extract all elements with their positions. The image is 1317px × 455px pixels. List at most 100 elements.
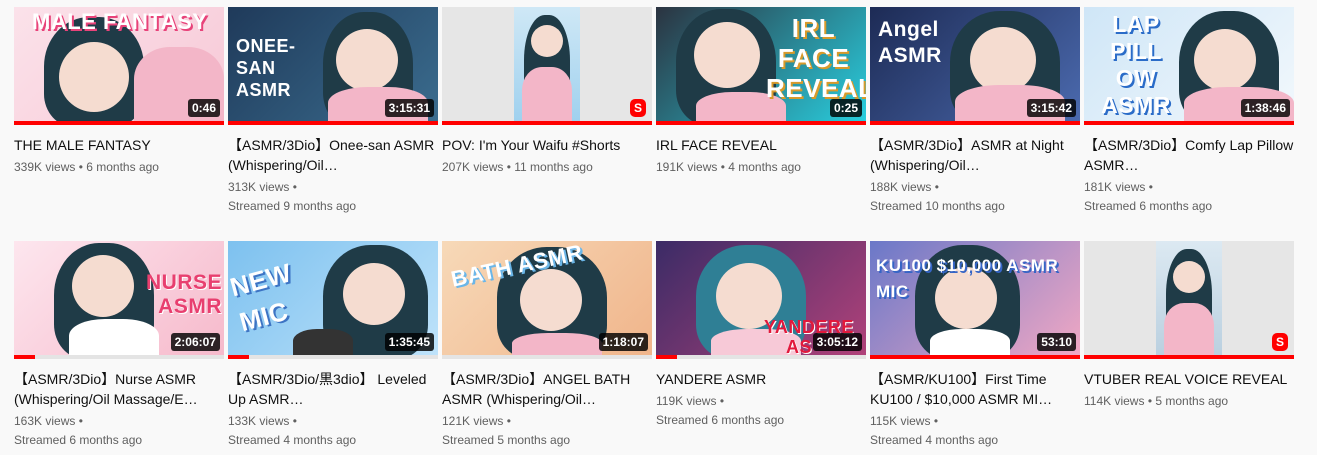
duration-badge: 1:18:07 xyxy=(598,333,648,351)
view-count: 115K views xyxy=(870,414,931,428)
meta-separator xyxy=(503,414,511,428)
video-meta: 191K views 4 months ago xyxy=(656,158,866,177)
upload-age: 4 months ago xyxy=(728,160,801,174)
video-card[interactable]: ONEE- SAN ASMR 3:15:31 【ASMR/3Dio】Onee-s… xyxy=(228,7,438,216)
video-title[interactable]: VTUBER REAL VOICE REVEAL xyxy=(1084,369,1294,389)
thumbnail-overlay-text: Angel ASMR xyxy=(878,18,942,67)
upload-age: Streamed 5 months ago xyxy=(442,433,571,447)
upload-age: Streamed 6 months ago xyxy=(656,413,785,427)
video-thumbnail[interactable]: YANDERE AS 3:05:12 xyxy=(656,241,866,359)
video-meta: 339K views 6 months ago xyxy=(14,158,224,177)
upload-age: Streamed 10 months ago xyxy=(870,199,1005,213)
video-thumbnail[interactable]: MALE FANTASY 0:46 xyxy=(14,7,224,125)
thumbnail-overlay-text: LAP PILL OW ASMR xyxy=(1101,11,1171,118)
video-meta: 181K views Streamed 6 months ago xyxy=(1084,178,1294,216)
video-thumbnail[interactable]: Angel ASMR 3:15:42 xyxy=(870,7,1080,125)
video-card[interactable]: KU100 $10,000 ASMR MIC 53:10 【ASMR/KU100… xyxy=(870,241,1080,450)
meta-separator xyxy=(930,414,938,428)
video-meta: 313K views Streamed 9 months ago xyxy=(228,178,438,216)
meta-separator xyxy=(717,160,728,174)
video-thumbnail[interactable]: IRL FACE REVEAL 0:25 xyxy=(656,7,866,125)
watch-progress xyxy=(228,355,438,359)
duration-badge: 1:38:46 xyxy=(1240,99,1290,117)
video-title[interactable]: 【ASMR/3Dio】ASMR at Night (Whispering/Oil… xyxy=(870,135,1080,175)
thumbnail-art xyxy=(1156,241,1222,359)
video-meta: 163K views Streamed 6 months ago xyxy=(14,412,224,450)
video-title[interactable]: 【ASMR/3Dio】Comfy Lap Pillow ASMR… xyxy=(1084,135,1294,175)
shorts-icon: S xyxy=(630,99,646,117)
video-title[interactable]: 【ASMR/3Dio】Onee-san ASMR (Whispering/Oil… xyxy=(228,135,438,175)
video-meta: 119K views Streamed 6 months ago xyxy=(656,392,866,430)
video-thumbnail[interactable]: S xyxy=(442,7,652,125)
thumbnail-overlay-text: ONEE- SAN ASMR xyxy=(236,36,296,100)
duration-badge: 3:05:12 xyxy=(812,333,862,351)
watch-progress xyxy=(442,355,652,359)
video-card[interactable]: S VTUBER REAL VOICE REVEAL 114K views 5 m… xyxy=(1084,241,1294,411)
view-count: 119K views xyxy=(656,394,717,408)
video-title[interactable]: 【ASMR/3Dio/黒3dio】 Leveled Up ASMR… xyxy=(228,369,438,409)
upload-age: 6 months ago xyxy=(86,160,159,174)
video-title[interactable]: 【ASMR/KU100】First Time KU100 / $10,000 A… xyxy=(870,369,1080,409)
watch-progress xyxy=(870,121,1080,125)
meta-separator xyxy=(289,414,297,428)
video-thumbnail[interactable]: ONEE- SAN ASMR 3:15:31 xyxy=(228,7,438,125)
video-title[interactable]: IRL FACE REVEAL xyxy=(656,135,866,155)
view-count: 207K views xyxy=(442,160,504,174)
view-count: 313K views xyxy=(228,180,290,194)
video-meta: 207K views 11 months ago xyxy=(442,158,652,177)
video-thumbnail[interactable]: NURSE ASMR 2:06:07 xyxy=(14,241,224,359)
view-count: 191K views xyxy=(656,160,718,174)
video-meta: 121K views Streamed 5 months ago xyxy=(442,412,652,450)
upload-age: Streamed 6 months ago xyxy=(14,433,143,447)
view-count: 163K views xyxy=(14,414,76,428)
duration-badge: 3:15:31 xyxy=(384,99,434,117)
meta-separator xyxy=(503,160,514,174)
video-card[interactable]: S POV: I'm Your Waifu #Shorts 207K views… xyxy=(442,7,652,177)
duration-badge: 0:46 xyxy=(187,99,220,117)
video-thumbnail[interactable]: S xyxy=(1084,241,1294,359)
thumbnail-overlay-text: KU100 $10,000 ASMR MIC xyxy=(876,256,1059,301)
thumbnail-art xyxy=(514,7,580,125)
upload-age: Streamed 4 months ago xyxy=(228,433,357,447)
view-count: 133K views xyxy=(228,414,290,428)
upload-age: Streamed 6 months ago xyxy=(1084,199,1213,213)
video-thumbnail[interactable]: BATH ASMR 1:18:07 xyxy=(442,241,652,359)
watch-progress xyxy=(14,121,224,125)
shorts-icon: S xyxy=(1272,333,1288,351)
video-card[interactable]: BATH ASMR 1:18:07 【ASMR/3Dio】ANGEL BATH … xyxy=(442,241,652,450)
upload-age: Streamed 4 months ago xyxy=(870,433,999,447)
video-title[interactable]: THE MALE FANTASY xyxy=(14,135,224,155)
watch-progress xyxy=(656,121,866,125)
video-thumbnail[interactable]: KU100 $10,000 ASMR MIC 53:10 xyxy=(870,241,1080,359)
video-meta: 188K views Streamed 10 months ago xyxy=(870,178,1080,216)
meta-separator xyxy=(289,180,297,194)
duration-badge: 3:15:42 xyxy=(1026,99,1076,117)
view-count: 181K views xyxy=(1084,180,1146,194)
watch-progress xyxy=(442,121,652,125)
video-card[interactable]: Angel ASMR 3:15:42 【ASMR/3Dio】ASMR at Ni… xyxy=(870,7,1080,216)
meta-separator xyxy=(75,160,86,174)
video-thumbnail[interactable]: NEW MIC 1:35:45 xyxy=(228,241,438,359)
upload-age: Streamed 9 months ago xyxy=(228,199,357,213)
video-title[interactable]: 【ASMR/3Dio】ANGEL BATH ASMR (Whispering/O… xyxy=(442,369,652,409)
meta-separator xyxy=(931,180,939,194)
video-thumbnail[interactable]: LAP PILL OW ASMR 1:38:46 xyxy=(1084,7,1294,125)
view-count: 188K views xyxy=(870,180,932,194)
duration-badge: 0:25 xyxy=(829,99,862,117)
video-card[interactable]: NEW MIC 1:35:45 【ASMR/3Dio/黒3dio】 Levele… xyxy=(228,241,438,450)
watch-progress xyxy=(870,355,1080,359)
video-grid: MALE FANTASY 0:46 THE MALE FANTASY 339K … xyxy=(0,0,1317,455)
watch-progress xyxy=(656,355,866,359)
meta-separator xyxy=(716,394,724,408)
video-title[interactable]: YANDERE ASMR xyxy=(656,369,866,389)
thumbnail-overlay-text: NURSE ASMR xyxy=(145,271,222,318)
video-card[interactable]: MALE FANTASY 0:46 THE MALE FANTASY 339K … xyxy=(14,7,224,177)
video-card[interactable]: YANDERE AS 3:05:12 YANDERE ASMR 119K vie… xyxy=(656,241,866,430)
video-card[interactable]: NURSE ASMR 2:06:07 【ASMR/3Dio】Nurse ASMR… xyxy=(14,241,224,450)
video-title[interactable]: POV: I'm Your Waifu #Shorts xyxy=(442,135,652,155)
view-count: 114K views xyxy=(1084,394,1145,408)
video-card[interactable]: IRL FACE REVEAL 0:25 IRL FACE REVEAL 191… xyxy=(656,7,866,177)
video-title[interactable]: 【ASMR/3Dio】Nurse ASMR (Whispering/Oil Ma… xyxy=(14,369,224,409)
video-card[interactable]: LAP PILL OW ASMR 1:38:46 【ASMR/3Dio】Comf… xyxy=(1084,7,1294,216)
upload-age: 5 months ago xyxy=(1155,394,1229,408)
